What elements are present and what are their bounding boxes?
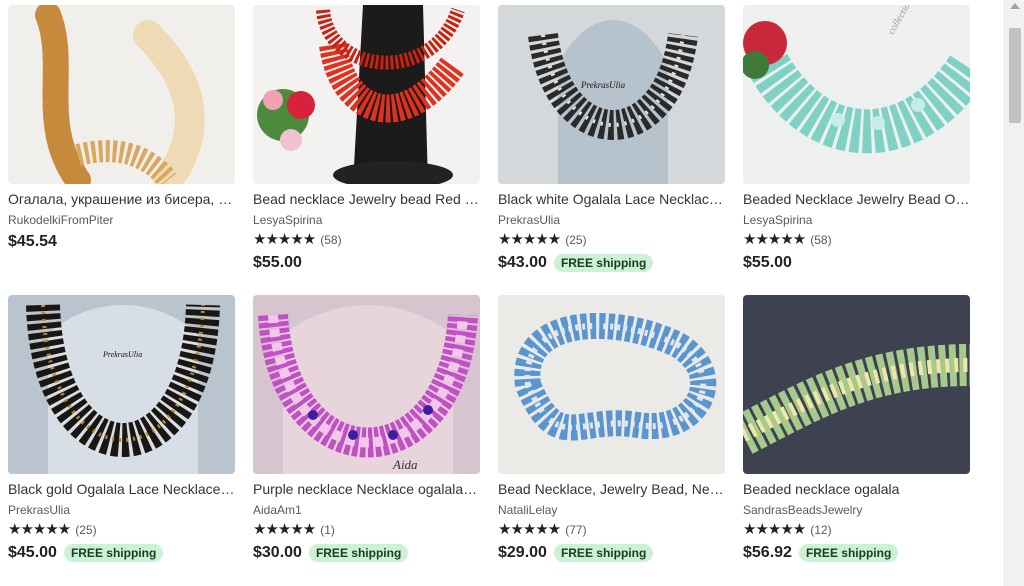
brand-watermark: Aida [392, 457, 418, 472]
rating: ★★★★★ (12) [743, 522, 970, 538]
listing-grid: Огалала, украшение из бисера, о... Rukod… [0, 0, 1004, 586]
shop-name: LesyaSpirina [743, 213, 813, 227]
listing-card[interactable]: Aida Purple necklace Necklace ogalala H.… [253, 295, 480, 563]
listing-title[interactable]: Огалала, украшение из бисера, о... [8, 191, 235, 208]
listing-title[interactable]: Black gold Ogalala Lace Necklace g... [8, 481, 235, 498]
review-count: (77) [565, 523, 587, 537]
listing-image[interactable]: PrekrasUlia [8, 295, 235, 474]
price-row: $29.00 FREE shipping [498, 543, 725, 563]
listing-image[interactable] [743, 295, 970, 474]
listing-title[interactable]: Purple necklace Necklace ogalala H... [253, 481, 480, 498]
rating: ★★★★★ (58) [743, 232, 970, 248]
listing-price: $43.00 [498, 254, 547, 271]
listing-card[interactable]: Bead necklace Jewelry bead Red n... Lesy… [253, 5, 480, 273]
free-shipping-badge: FREE shipping [553, 254, 654, 272]
listing-title[interactable]: Bead necklace Jewelry bead Red n... [253, 191, 480, 208]
free-shipping-badge: FREE shipping [63, 544, 164, 562]
listing-price: $55.00 [743, 254, 792, 271]
listing-title[interactable]: Beaded necklace ogalala [743, 481, 970, 498]
price-row: $55.00 [253, 253, 480, 273]
blue-necklace-photo [498, 295, 725, 474]
star-rating-icon: ★★★★★ [498, 231, 561, 248]
listing-image[interactable]: PrekrasUlia [498, 5, 725, 184]
scroll-up-arrow-icon[interactable] [1010, 3, 1020, 9]
shop-name: RukodelkiFromPiter [8, 213, 114, 227]
black-gold-necklace-photo: PrekrasUlia [8, 295, 235, 474]
listing-image[interactable]: Aida [253, 295, 480, 474]
listing-title[interactable]: Beaded Necklace Jewelry Bead Og... [743, 191, 970, 208]
listing-title[interactable]: Black white Ogalala Lace Necklace ... [498, 191, 725, 208]
price-row: $56.92 FREE shipping [743, 543, 970, 563]
star-rating-icon: ★★★★★ [253, 521, 316, 538]
listing-card[interactable]: collection Beaded Necklace Jewelry Bead … [743, 5, 970, 273]
shop-name: SandrasBeadsJewelry [743, 503, 863, 517]
price-row: $45.00 FREE shipping [8, 543, 235, 563]
black-white-necklace-photo: PrekrasUlia [498, 5, 725, 184]
rating: ★★★★★ (77) [498, 522, 725, 538]
review-count: (12) [810, 523, 832, 537]
price-row: $55.00 [743, 253, 970, 273]
star-rating-icon: ★★★★★ [743, 521, 806, 538]
listing-card[interactable]: Beaded necklace ogalala SandrasBeadsJewe… [743, 295, 970, 563]
review-count: (58) [810, 233, 832, 247]
free-shipping-badge: FREE shipping [798, 544, 899, 562]
listing-card[interactable]: Bead Necklace, Jewelry Bead, Neck... Nat… [498, 295, 725, 563]
price-row: $30.00 FREE shipping [253, 543, 480, 563]
listing-title[interactable]: Bead Necklace, Jewelry Bead, Neck... [498, 481, 725, 498]
gold-lace-necklace-photo [8, 5, 235, 184]
price-row: $43.00 FREE shipping [498, 253, 725, 273]
star-rating-icon: ★★★★★ [743, 231, 806, 248]
rating: ★★★★★ (25) [498, 232, 725, 248]
listing-card[interactable]: PrekrasUlia Black white Ogalala Lace Nec… [498, 5, 725, 273]
shop-name: PrekrasUlia [498, 213, 561, 227]
listing-price: $55.00 [253, 254, 302, 271]
green-yellow-necklace-photo [743, 295, 970, 474]
listing-price: $45.54 [8, 233, 57, 250]
review-count: (25) [75, 523, 97, 537]
listing-card[interactable]: Огалала, украшение из бисера, о... Rukod… [8, 5, 235, 252]
listing-price: $30.00 [253, 544, 302, 561]
rating: ★★★★★ (25) [8, 522, 235, 538]
shop-name: PrekrasUlia [8, 503, 71, 517]
listing-price: $56.92 [743, 544, 792, 561]
price-row: $45.54 [8, 232, 235, 252]
brand-watermark: PrekrasUlia [102, 350, 142, 359]
free-shipping-badge: FREE shipping [553, 544, 654, 562]
rating: ★★★★★ (58) [253, 232, 480, 248]
listing-image[interactable]: collection [743, 5, 970, 184]
review-count: (58) [320, 233, 342, 247]
shop-name: LesyaSpirina [253, 213, 323, 227]
review-count: (25) [565, 233, 587, 247]
shop-name: AidaAm1 [253, 503, 302, 517]
listing-image[interactable] [253, 5, 480, 184]
turquoise-necklace-photo: collection [743, 5, 970, 184]
listing-price: $29.00 [498, 544, 547, 561]
review-count: (1) [320, 523, 335, 537]
brand-watermark: PrekrasUlia [580, 80, 626, 90]
star-rating-icon: ★★★★★ [498, 521, 561, 538]
scrollbar-thumb[interactable] [1009, 28, 1021, 123]
listing-image[interactable] [8, 5, 235, 184]
star-rating-icon: ★★★★★ [253, 231, 316, 248]
free-shipping-badge: FREE shipping [308, 544, 409, 562]
listing-image[interactable] [498, 295, 725, 474]
red-beaded-necklace-photo [253, 5, 480, 184]
listing-card[interactable]: PrekrasUlia Black gold Ogalala Lace Neck… [8, 295, 235, 563]
star-rating-icon: ★★★★★ [8, 521, 71, 538]
vertical-scrollbar[interactable] [1004, 0, 1024, 586]
purple-necklace-photo: Aida [253, 295, 480, 474]
shop-name: NataliLelay [498, 503, 558, 517]
listing-price: $45.00 [8, 544, 57, 561]
rating: ★★★★★ (1) [253, 522, 480, 538]
